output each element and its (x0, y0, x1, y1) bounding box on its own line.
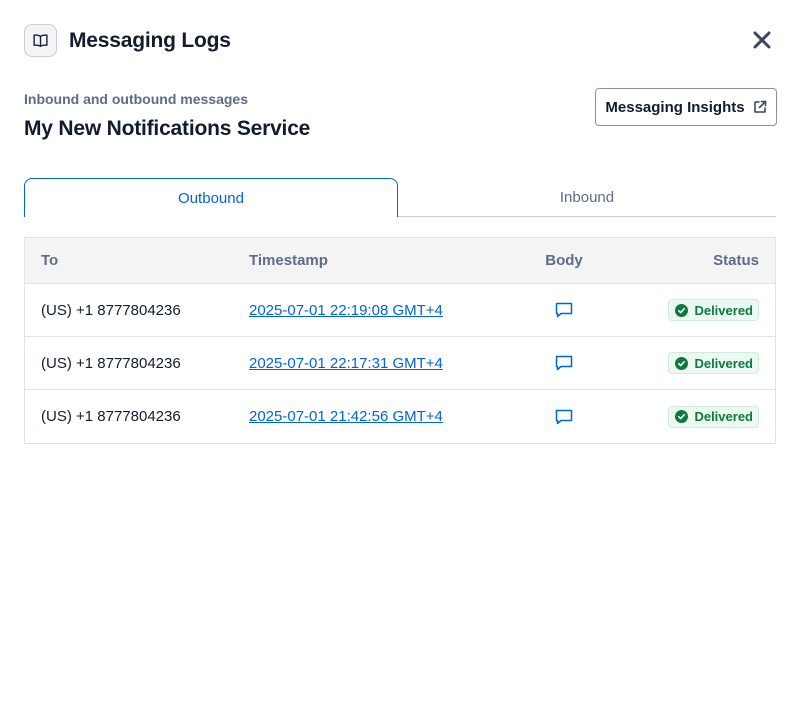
column-header-timestamp: Timestamp (249, 252, 328, 269)
column-header-body: Body (545, 252, 583, 269)
table-header: To Timestamp Body Status (25, 238, 775, 284)
messaging-insights-label: Messaging Insights (605, 98, 745, 116)
chat-icon[interactable] (555, 409, 573, 425)
status-label: Delivered (694, 302, 753, 318)
timestamp-link[interactable]: 2025-07-01 21:42:56 GMT+4 (249, 408, 443, 425)
check-circle-icon (675, 303, 689, 317)
status-label: Delivered (694, 409, 753, 424)
recipient-cell: (US) +1 8777804236 (41, 354, 181, 372)
status-badge: Delivered (668, 299, 759, 321)
table-row: (US) +1 8777804236 2025-07-01 22:19:08 G… (25, 284, 775, 337)
messages-table: To Timestamp Body Status (US) +1 8777804… (24, 237, 776, 444)
modal-title: Messaging Logs (69, 28, 231, 52)
tab-outbound[interactable]: Outbound (24, 178, 398, 217)
status-badge: Delivered (668, 352, 759, 374)
check-circle-icon (675, 356, 689, 370)
tab-list: Outbound Inbound (24, 178, 776, 217)
column-header-to: To (41, 252, 59, 269)
status-badge: Delivered (668, 405, 759, 428)
book-open-icon (24, 24, 57, 57)
chat-icon[interactable] (555, 302, 573, 318)
chat-icon[interactable] (555, 355, 573, 371)
check-circle-icon (675, 410, 689, 423)
status-label: Delivered (694, 355, 753, 371)
service-name: My New Notifications Service (24, 117, 311, 140)
recipient-cell: (US) +1 8777804236 (41, 408, 181, 425)
recipient-cell: (US) +1 8777804236 (41, 301, 181, 319)
table-row: (US) +1 8777804236 2025-07-01 22:17:31 G… (25, 337, 775, 390)
timestamp-link[interactable]: 2025-07-01 22:19:08 GMT+4 (249, 302, 443, 319)
table-row: (US) +1 8777804236 2025-07-01 21:42:56 G… (25, 390, 775, 443)
column-header-status: Status (713, 252, 759, 269)
modal-header: Messaging Logs (24, 24, 231, 57)
subtitle: Inbound and outbound messages (24, 91, 248, 107)
messaging-insights-button[interactable]: Messaging Insights (595, 88, 777, 126)
tab-inbound[interactable]: Inbound (398, 178, 776, 217)
external-link-icon (753, 100, 767, 114)
timestamp-link[interactable]: 2025-07-01 22:17:31 GMT+4 (249, 355, 443, 372)
close-icon (753, 31, 771, 49)
close-button[interactable] (748, 26, 776, 54)
